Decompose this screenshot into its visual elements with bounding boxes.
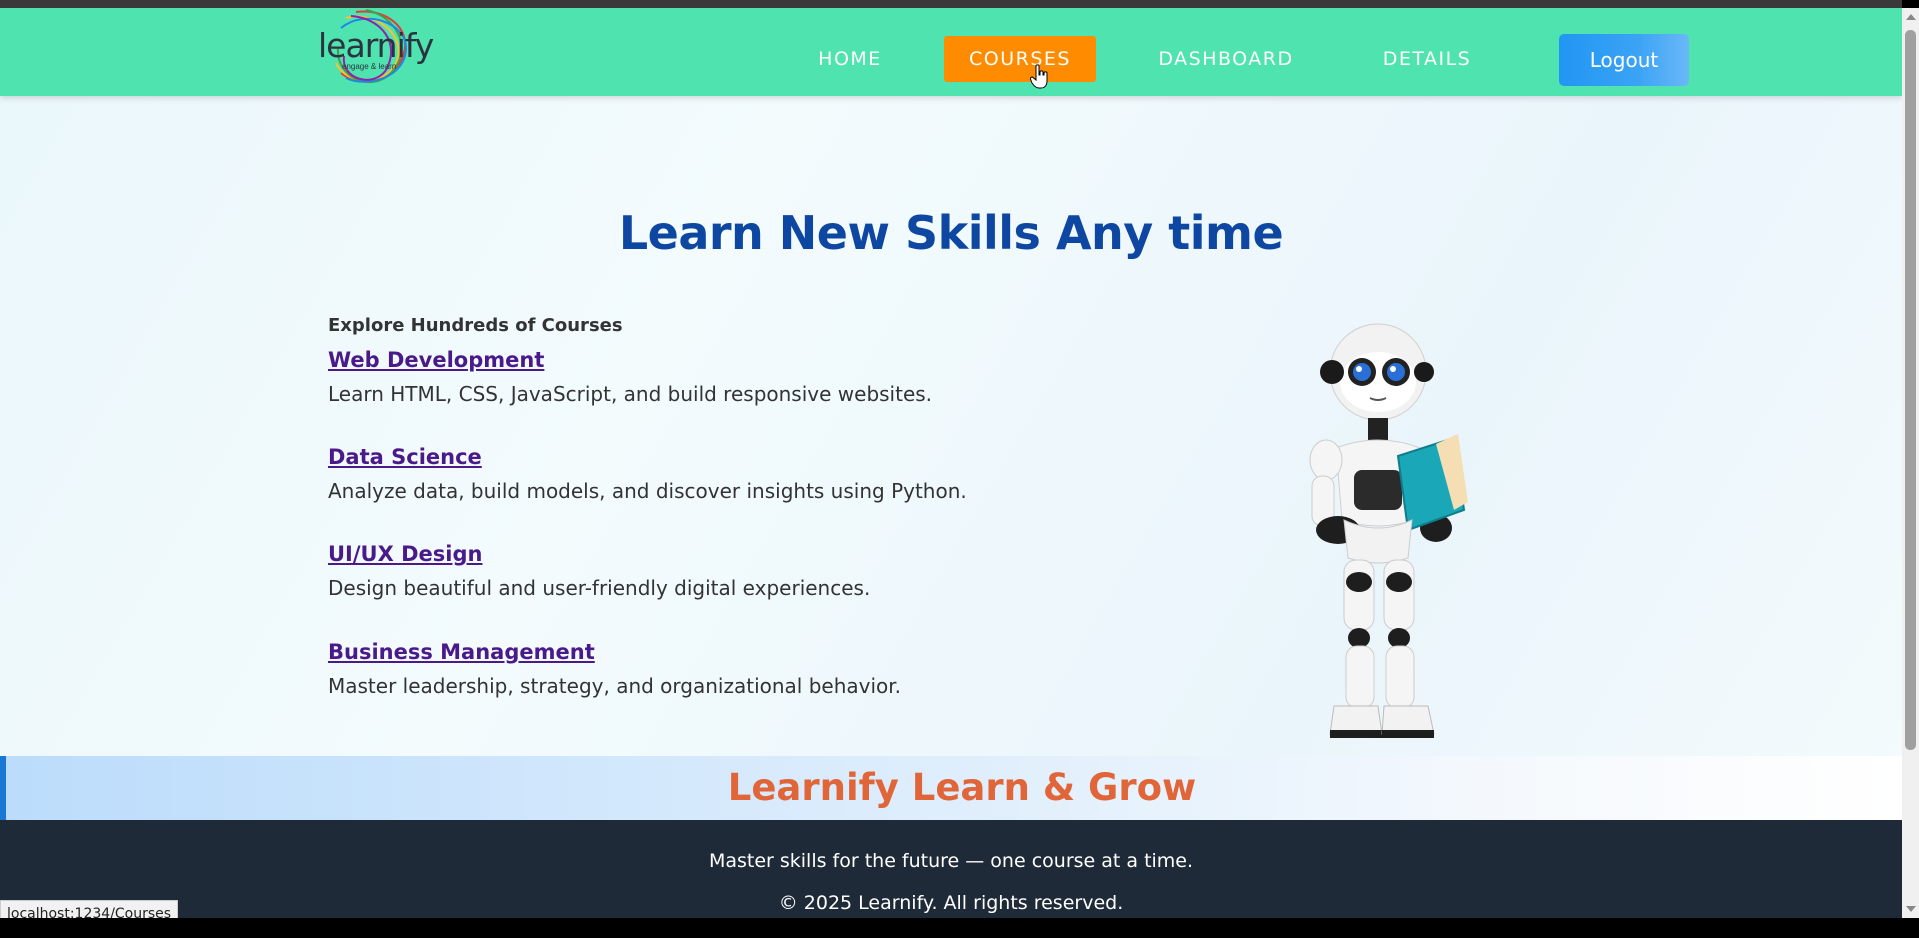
hand-cursor-icon xyxy=(1030,64,1048,89)
nav-dashboard[interactable]: DASHBOARD xyxy=(1148,36,1304,82)
banner-title: Learnify Learn & Grow xyxy=(727,766,1197,809)
course-link-web-development[interactable]: Web Development xyxy=(328,348,932,372)
explore-heading: Explore Hundreds of Courses xyxy=(328,315,623,336)
footer-tagline: Master skills for the future — one cours… xyxy=(708,850,1194,872)
logout-button[interactable]: Logout xyxy=(1559,34,1689,86)
course-description: Design beautiful and user-friendly digit… xyxy=(328,576,871,600)
browser-top-strip xyxy=(0,0,1902,8)
course-item: Business Management Master leadership, s… xyxy=(328,640,901,698)
course-description: Analyze data, build models, and discover… xyxy=(328,479,967,503)
nav-courses[interactable]: COURSES xyxy=(944,36,1096,82)
course-link-business-management[interactable]: Business Management xyxy=(328,640,901,664)
learnify-logo[interactable]: learnify engage & learn xyxy=(316,8,434,88)
navbar: learnify engage & learn HOME COURSES DAS… xyxy=(0,8,1902,96)
nav-details[interactable]: DETAILS xyxy=(1372,36,1482,82)
course-link-data-science[interactable]: Data Science xyxy=(328,445,967,469)
robot-reading-book-image xyxy=(1309,323,1468,738)
nav-home[interactable]: HOME xyxy=(800,36,900,82)
bottom-edge xyxy=(0,918,1919,938)
course-item: Web Development Learn HTML, CSS, JavaScr… xyxy=(328,348,932,406)
hero-banner: Learnify Learn & Grow xyxy=(0,756,1902,820)
course-item: UI/UX Design Design beautiful and user-f… xyxy=(328,542,870,600)
logo-wordmark: learnify xyxy=(318,26,434,65)
scroll-up-icon[interactable] xyxy=(1906,14,1916,20)
course-description: Master leadership, strategy, and organiz… xyxy=(328,674,902,698)
vertical-scrollbar[interactable] xyxy=(1902,8,1919,918)
page-title: Learn New Skills Any time xyxy=(618,206,1284,260)
course-item: Data Science Analyze data, build models,… xyxy=(328,445,967,503)
scroll-down-icon[interactable] xyxy=(1906,906,1916,912)
course-link-ui-ux-design[interactable]: UI/UX Design xyxy=(328,542,870,566)
course-description: Learn HTML, CSS, JavaScript, and build r… xyxy=(328,382,933,406)
status-bar-url: localhost:1234/Courses xyxy=(0,900,179,918)
logo-tagline: engage & learn xyxy=(342,62,397,71)
scroll-thumb[interactable] xyxy=(1905,30,1916,750)
page-viewport: learnify engage & learn HOME COURSES DAS… xyxy=(0,8,1902,918)
footer-copyright: © 2025 Learnify. All rights reserved. xyxy=(778,892,1124,914)
footer: Master skills for the future — one cours… xyxy=(0,820,1902,918)
